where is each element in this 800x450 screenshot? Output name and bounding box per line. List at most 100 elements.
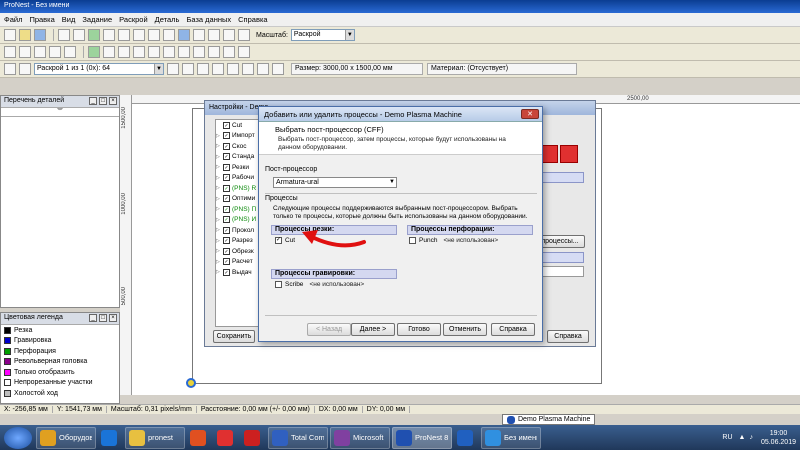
skeleton-icon[interactable] [193,46,205,58]
check-icon[interactable]: ✓ [223,184,230,192]
print-icon[interactable] [58,29,70,41]
scribe-process-row[interactable]: Scribe <не использован> [275,281,364,288]
crop-icon[interactable] [257,63,269,75]
menu-help[interactable]: Справка [238,15,267,24]
check-icon[interactable]: ✓ [223,258,230,266]
menu-edit[interactable]: Правка [29,15,54,24]
taskbar-app-button[interactable]: ProNest 8 [392,426,452,449]
chevron-down-icon[interactable]: ▼ [389,178,395,187]
bevel-head-icon[interactable] [560,145,578,163]
legend-swatch[interactable] [4,389,11,397]
network-icon[interactable]: ▲ [739,434,746,441]
taskbar-app-button[interactable]: Microsoft F... [330,426,390,449]
expand-icon[interactable]: ▷ [216,164,223,170]
checkbox-unchecked[interactable] [275,281,282,288]
grid-icon[interactable] [272,63,284,75]
mirror-icon[interactable] [49,46,61,58]
expand-icon[interactable]: ▷ [216,143,223,149]
interactive-nest-icon[interactable] [103,46,115,58]
move-icon[interactable] [19,46,31,58]
bridge-icon[interactable] [163,46,175,58]
expand-icon[interactable]: ▷ [216,248,223,254]
check-icon[interactable]: ✓ [223,247,230,255]
expand-icon[interactable]: ▷ [216,269,223,275]
check-icon[interactable]: ✓ [223,132,230,140]
scale-combo[interactable]: Раскрой ▼ [290,29,355,41]
lead-in-icon[interactable] [118,46,130,58]
zoom-out-icon[interactable] [223,29,235,41]
chevron-down-icon[interactable]: ▼ [344,30,354,40]
auto-nest-icon[interactable] [88,46,100,58]
check-icon[interactable]: ✓ [223,226,230,234]
check-icon[interactable]: ✓ [223,153,230,161]
volume-icon[interactable]: ♪ [749,434,753,441]
expand-icon[interactable]: ▷ [216,227,223,233]
menu-part[interactable]: Деталь [155,15,180,24]
report-icon[interactable] [223,46,235,58]
settings-combo[interactable] [540,266,584,277]
sheet-icon[interactable] [227,63,239,75]
legend-swatch[interactable] [4,379,11,387]
close-icon[interactable]: ✕ [521,109,539,119]
close-icon[interactable]: × [109,97,117,105]
expand-icon[interactable]: ▷ [216,217,223,223]
minimize-icon[interactable]: _ [89,97,97,105]
expand-icon[interactable]: ▷ [216,259,223,265]
paste-icon[interactable] [133,29,145,41]
zoom-all-icon[interactable] [193,29,205,41]
language-indicator[interactable]: RU [722,434,732,441]
add-nest-icon[interactable] [197,63,209,75]
delete-nest-icon[interactable] [212,63,224,75]
legend-swatch[interactable] [4,337,11,345]
cut-process-row[interactable]: ✓ Cut [275,237,295,244]
check-icon[interactable] [88,29,100,41]
minimize-icon[interactable]: _ [89,314,97,322]
legend-swatch[interactable] [4,326,11,334]
menu-job[interactable]: Задание [82,15,112,24]
check-icon[interactable]: ✓ [223,121,230,129]
chevron-down-icon[interactable]: ▼ [154,64,163,74]
chain-icon[interactable] [178,46,190,58]
expand-icon[interactable]: ▷ [216,206,223,212]
output-icon[interactable] [208,46,220,58]
menu-nest[interactable]: Раскрой [119,15,148,24]
check-icon[interactable]: ✓ [223,216,230,224]
save-settings-button[interactable]: Сохранить [213,330,255,343]
expand-icon[interactable]: ▷ [216,185,223,191]
rotate-icon[interactable] [34,46,46,58]
help-button[interactable]: Справка [491,323,535,336]
menu-view[interactable]: Вид [62,15,76,24]
zoom-in-icon[interactable] [208,29,220,41]
check-icon[interactable]: ✓ [223,195,230,203]
next-nest-icon[interactable] [167,63,179,75]
save-icon[interactable] [34,29,46,41]
legend-swatch[interactable] [4,368,11,376]
last-nest-icon[interactable] [182,63,194,75]
expand-icon[interactable]: ▷ [216,238,223,244]
select-icon[interactable] [4,46,16,58]
sequence-icon[interactable] [133,46,145,58]
checkbox-unchecked[interactable] [409,237,416,244]
close-icon[interactable]: × [109,314,117,322]
taskbar-app-button[interactable] [98,427,123,449]
pan-icon[interactable] [238,29,250,41]
remnant-icon[interactable] [148,46,160,58]
taskbar-app-button[interactable]: Без имени... [481,426,541,449]
check-icon[interactable]: ✓ [223,205,230,213]
check-icon[interactable]: ✓ [223,237,230,245]
undo-icon[interactable] [148,29,160,41]
punch-process-row[interactable]: Punch <не использован> [409,237,498,244]
start-button-icon[interactable] [4,426,32,449]
check-icon[interactable]: ✓ [275,237,282,244]
legend-swatch[interactable] [4,347,11,355]
taskbar-app-button[interactable] [241,427,266,449]
taskbar-app-button[interactable]: pronest [125,426,185,449]
print-preview-icon[interactable] [73,29,85,41]
chevron-double-down-icon[interactable]: ︾ [57,109,63,115]
cut-icon[interactable] [103,29,115,41]
expand-icon[interactable]: ▷ [216,196,223,202]
check-icon[interactable]: ✓ [223,142,230,150]
check-icon[interactable]: ✓ [223,174,230,182]
cancel-button[interactable]: Отменить [443,323,487,336]
check-icon[interactable]: ✓ [223,268,230,276]
